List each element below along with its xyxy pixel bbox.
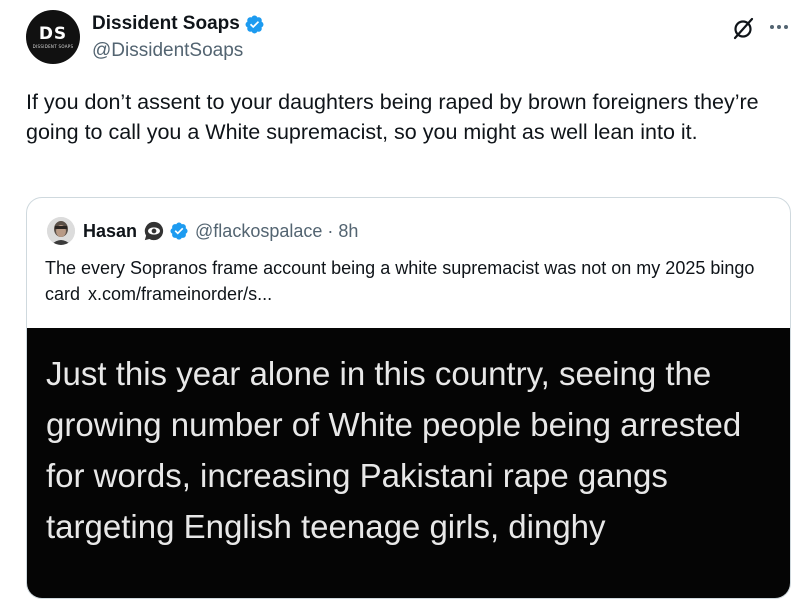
quoted-author-avatar[interactable]: [47, 217, 75, 245]
avatar-subtext: DISSIDENT SOAPS: [32, 43, 74, 49]
author-display-name[interactable]: Dissident Soaps: [92, 12, 240, 36]
quoted-timestamp[interactable]: 8h: [338, 221, 358, 242]
quoted-media-image[interactable]: Just this year alone in this country, se…: [27, 328, 790, 598]
quoted-link[interactable]: x.com/frameinorder/s...: [88, 284, 272, 304]
verified-badge-icon: [245, 15, 264, 33]
author-name-row: Dissident Soaps: [92, 12, 265, 36]
author-avatar[interactable]: DS DISSIDENT SOAPS: [26, 10, 80, 64]
quoted-tweet-text: The every Sopranos frame account being a…: [45, 255, 775, 307]
quoted-handle[interactable]: @flackospalace: [195, 221, 322, 242]
separator-dot: ·: [327, 220, 334, 241]
quoted-display-name[interactable]: Hasan: [83, 221, 137, 242]
tweet-text: If you don’t assent to your daughters be…: [26, 90, 759, 144]
quoted-tweet-header: Hasan @flackospalace · 8h: [47, 217, 358, 245]
avatar-monogram: DS: [38, 23, 68, 44]
grok-icon[interactable]: [732, 16, 756, 40]
eye-speech-bubble-emoji: [144, 221, 164, 241]
avatar-portrait-icon: [47, 217, 75, 245]
verified-badge-icon: [170, 222, 188, 240]
tweet-header: DS DISSIDENT SOAPS Dissident Soaps @Diss…: [26, 10, 796, 66]
more-icon[interactable]: [766, 14, 792, 40]
quoted-tweet[interactable]: Hasan @flackospalace · 8h The every Sopr…: [26, 197, 791, 599]
author-handle[interactable]: @DissidentSoaps: [92, 39, 243, 63]
media-caption-text: Just this year alone in this country, se…: [46, 355, 742, 545]
